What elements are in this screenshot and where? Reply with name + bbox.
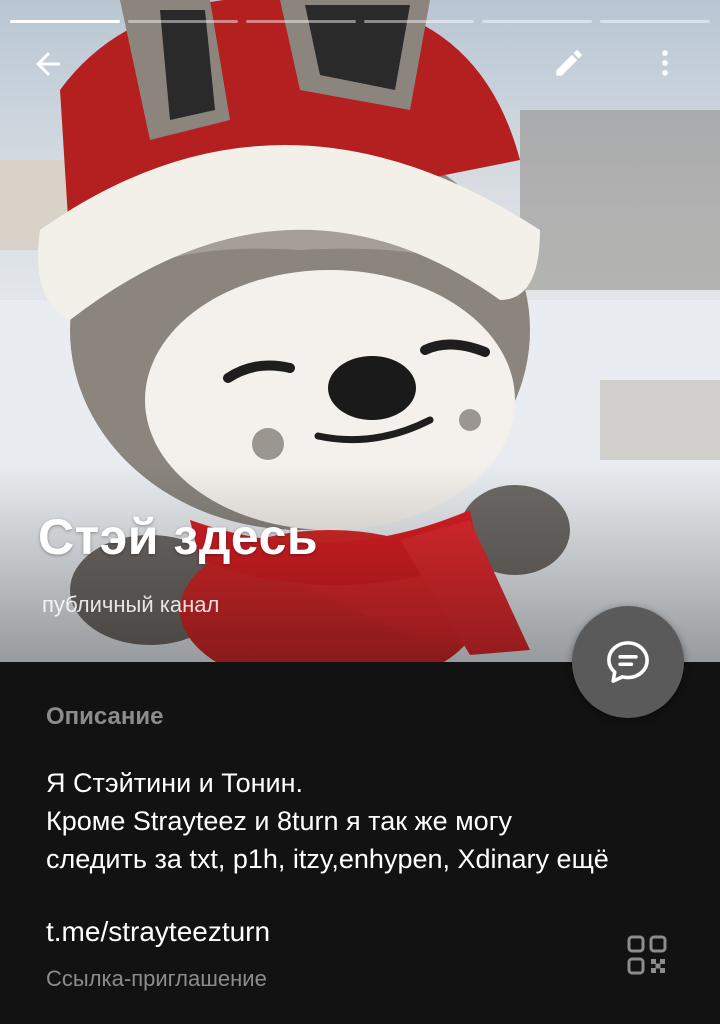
arrow-left-icon (36, 52, 60, 76)
invite-link-caption: Ссылка-приглашение (46, 966, 267, 991)
description-line: Кроме Strayteez и 8turn я так же могу (46, 806, 513, 836)
channel-type-label: публичный канал (42, 592, 220, 617)
description-heading: Описание (46, 703, 164, 730)
story-segment (364, 20, 474, 23)
story-segment (600, 20, 710, 23)
story-segment (128, 20, 238, 23)
more-vertical-icon (662, 50, 668, 76)
more-options-button[interactable] (648, 46, 696, 94)
chat-bubble-icon (607, 641, 649, 683)
channel-title: Стэй здесь (38, 509, 319, 565)
open-chat-button[interactable] (572, 606, 684, 718)
qr-code-icon (627, 935, 667, 975)
story-segment (482, 20, 592, 23)
back-button[interactable] (30, 46, 78, 94)
story-segment (10, 20, 120, 23)
description-line: Я Стэйтини и Тонин. (46, 768, 304, 798)
qr-code-button[interactable] (626, 934, 668, 976)
description-line: следить за txt, p1h, itzy,enhypen, Xdina… (46, 844, 609, 874)
description-text: Я Стэйтини и Тонин. Кроме Strayteez и 8t… (46, 764, 686, 878)
invite-link[interactable]: t.me/strayteezturn (46, 916, 270, 948)
story-segment (246, 20, 356, 23)
channel-cover-photo: Стэй здесь публичный канал (0, 0, 720, 662)
pencil-icon (556, 50, 582, 76)
story-progress (10, 20, 710, 23)
edit-button[interactable] (552, 46, 600, 94)
